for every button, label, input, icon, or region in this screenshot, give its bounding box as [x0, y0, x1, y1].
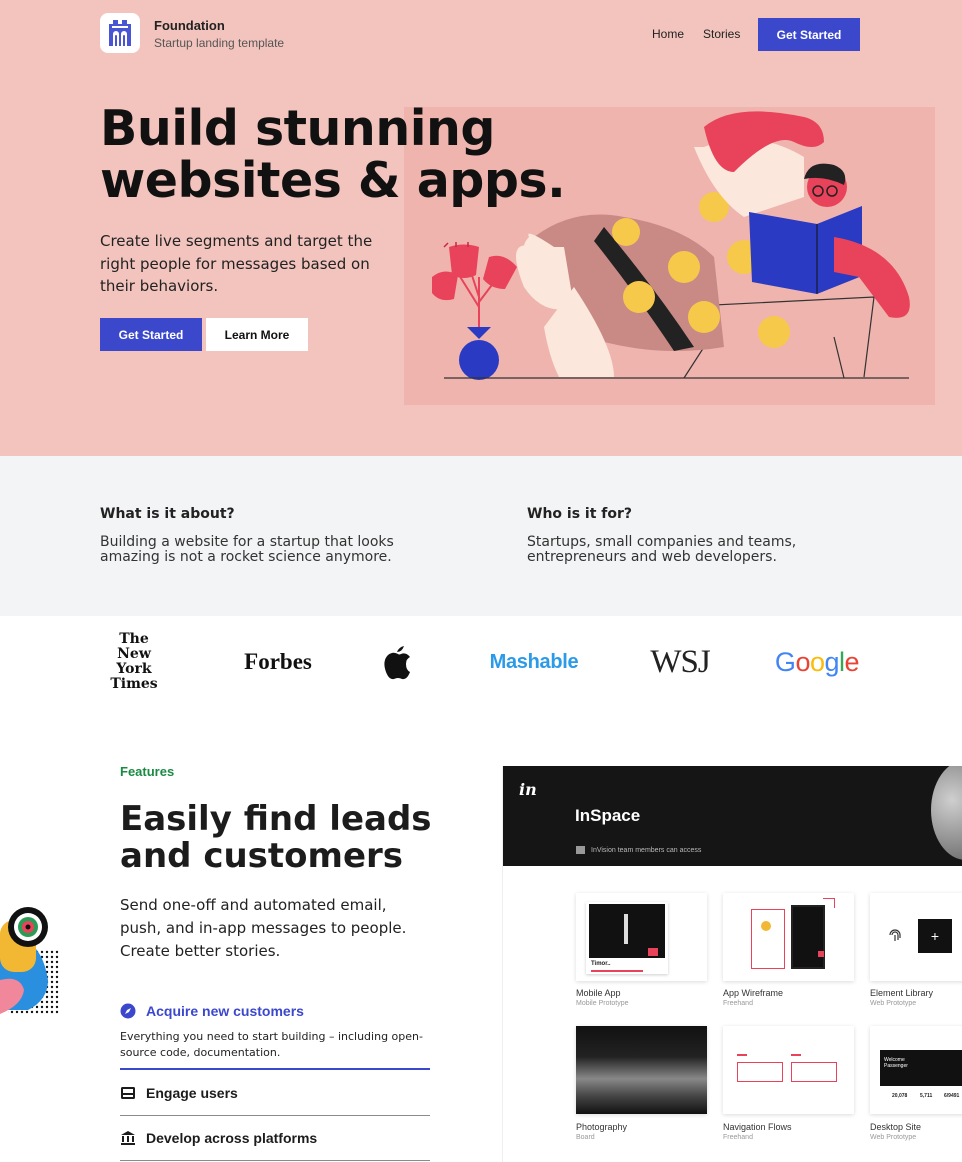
- accordion-body: Everything you need to start building – …: [120, 1030, 423, 1059]
- accordion-divider: [120, 1160, 430, 1161]
- hero-get-started-button[interactable]: Get Started: [100, 318, 202, 351]
- wsj-logo: WSJ: [650, 643, 710, 680]
- invision-logo: in: [519, 780, 537, 799]
- project-card: +: [870, 893, 962, 981]
- project-card: [576, 1026, 707, 1114]
- hero-learn-more-button[interactable]: Learn More: [206, 318, 308, 351]
- nyt-logo: The New York Times: [98, 632, 170, 692]
- hero-description: Create live segments and target the righ…: [100, 232, 373, 295]
- card-name: App Wireframe: [723, 988, 784, 998]
- accordion-divider: [120, 1115, 430, 1116]
- hero-section: Foundation Startup landing template Home…: [0, 0, 962, 456]
- google-letter: o: [795, 646, 810, 677]
- audience-heading: Who is it for?: [527, 506, 633, 522]
- brand-name: Foundation: [154, 18, 225, 33]
- photography-thumb: [576, 1026, 707, 1114]
- accordion-label: Develop across platforms: [146, 1130, 318, 1146]
- mockup-header: in InSpace InVision team members can acc…: [503, 766, 962, 866]
- desktop-stat: 6/9491: [944, 1093, 960, 1099]
- card-name: Mobile App: [576, 988, 621, 998]
- castle-icon: [109, 20, 131, 46]
- card-name: Element Library: [870, 988, 934, 998]
- nav-get-started-button[interactable]: Get Started: [758, 18, 860, 51]
- features-eyebrow: Features: [120, 764, 175, 779]
- card-name: Desktop Site: [870, 1122, 922, 1132]
- hero-title: Build stunning websites & apps.: [100, 100, 566, 209]
- bank-icon: [120, 1130, 136, 1146]
- about-section: What is it about? Building a website for…: [0, 456, 962, 616]
- compass-icon: [120, 1003, 136, 1019]
- about-text: Building a website for a startup that lo…: [100, 534, 394, 565]
- google-letter: g: [824, 646, 840, 677]
- card-type: Web Prototype: [870, 1134, 917, 1141]
- mockup-title: InSpace: [575, 806, 641, 825]
- apple-icon: [384, 646, 410, 680]
- project-card: [723, 1026, 854, 1114]
- google-letter: e: [844, 646, 860, 677]
- features-title: Easily find leads and customers: [120, 799, 432, 876]
- project-card: Timor..: [576, 893, 707, 981]
- accordion-label: Engage users: [146, 1085, 238, 1101]
- mockup-subtitle: InVision team members can access: [591, 847, 702, 854]
- accordion-header[interactable]: Engage users: [120, 1081, 430, 1105]
- google-letter: G: [774, 646, 796, 677]
- desktop-site-caption: Welcome Passenger: [884, 1057, 908, 1069]
- mobile-app-caption: Timor..: [591, 961, 611, 967]
- forbes-logo: Forbes: [244, 649, 312, 674]
- nav-link-stories[interactable]: Stories: [703, 27, 740, 41]
- audience-text: Startups, small companies and teams, ent…: [527, 534, 797, 565]
- accordion-label: Acquire new customers: [146, 1003, 304, 1019]
- brand-tagline: Startup landing template: [154, 36, 285, 50]
- nyt-logo-line: The: [119, 631, 149, 647]
- accordion-item-acquire[interactable]: Acquire new customers Everything you nee…: [120, 999, 430, 1061]
- nyt-logo-line: Times: [110, 676, 158, 692]
- card-type: Board: [576, 1134, 595, 1141]
- card-type: Freehand: [723, 1000, 753, 1007]
- brand-logo[interactable]: [100, 13, 140, 53]
- product-screenshot: in InSpace InVision team members can acc…: [502, 766, 962, 1162]
- decorative-figure: [0, 907, 60, 1014]
- mashable-logo: Mashable: [489, 650, 579, 673]
- plus-icon: +: [918, 919, 952, 953]
- card-type: Mobile Prototype: [576, 1000, 629, 1007]
- accordion-header[interactable]: Acquire new customers: [120, 999, 430, 1023]
- project-card: [723, 893, 854, 981]
- inbox-icon: [120, 1085, 136, 1101]
- google-letter: o: [809, 646, 825, 677]
- mobile-app-thumb: Timor..: [586, 902, 668, 974]
- desktop-stat: 20,078: [892, 1093, 908, 1099]
- fingerprint-icon: [889, 929, 901, 941]
- features-description: Send one-off and automated email, push, …: [120, 896, 407, 960]
- accordion-divider: [120, 1068, 430, 1070]
- building-icon: [576, 846, 585, 854]
- about-heading: What is it about?: [100, 506, 235, 522]
- nav-link-home[interactable]: Home: [652, 27, 684, 41]
- moon-image: [931, 766, 962, 860]
- accordion-item-engage[interactable]: Engage users: [120, 1081, 430, 1105]
- nyt-logo-line: New York: [116, 646, 152, 677]
- card-type: Web Prototype: [870, 1000, 917, 1007]
- desktop-stat: 5,711: [920, 1093, 933, 1099]
- accordion-item-develop[interactable]: Develop across platforms: [120, 1126, 430, 1150]
- project-card: Welcome Passenger 20,078 5,711 6/9491: [870, 1026, 962, 1114]
- accordion-header[interactable]: Develop across platforms: [120, 1126, 430, 1150]
- card-name: Navigation Flows: [723, 1122, 792, 1132]
- card-name: Photography: [576, 1122, 628, 1132]
- apple-logo-icon: [380, 632, 416, 692]
- google-logo: Google: [772, 632, 862, 692]
- card-type: Freehand: [723, 1134, 753, 1141]
